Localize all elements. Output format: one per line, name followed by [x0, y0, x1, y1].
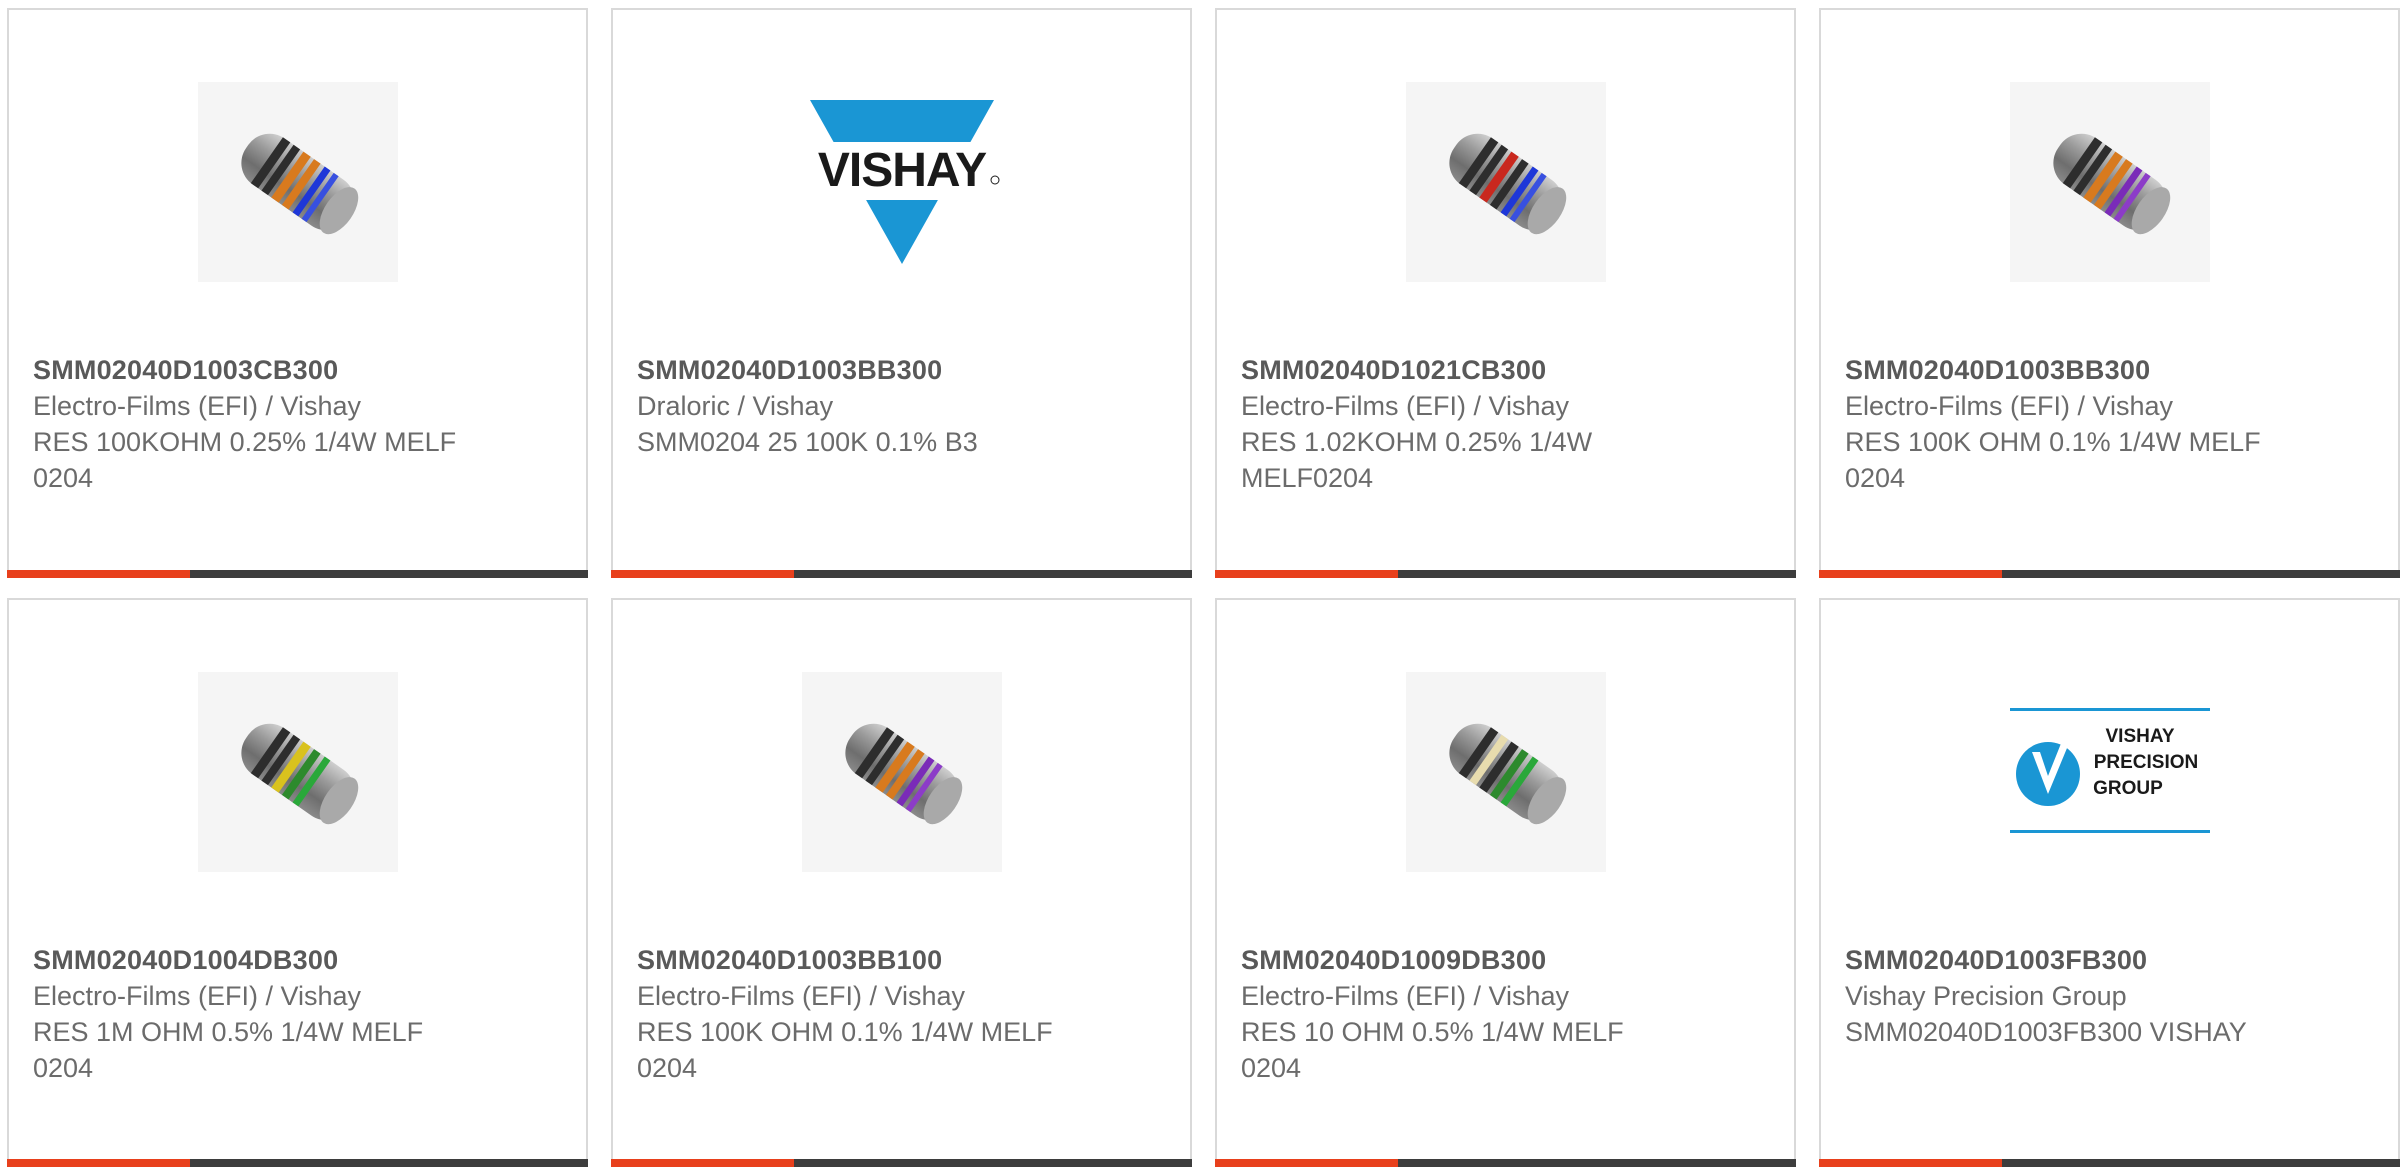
manufacturer: Electro-Films (EFI) / Vishay [637, 981, 966, 1011]
part-number[interactable]: SMM02040D1003CB300 [33, 352, 562, 388]
vpg-logo-line-3: GROUP [2093, 778, 2163, 799]
part-number[interactable]: SMM02040D1004DB300 [33, 942, 562, 978]
resistor-image [1448, 723, 1566, 825]
card-footer-accent [1215, 570, 1398, 578]
card-footer-accent [611, 570, 794, 578]
card-footer-accent [1819, 1159, 2002, 1167]
card-footer-bar [7, 1159, 588, 1167]
manufacturer: Electro-Films (EFI) / Vishay [1845, 391, 2174, 421]
vishay-logo: VISHAY [801, 100, 1002, 264]
description: RES 1.02KOHM 0.25% 1/4W MELF0204 [1241, 427, 1593, 493]
description: RES 100K OHM 0.1% 1/4W MELF 0204 [637, 1017, 1053, 1083]
product-card[interactable]: SMM02040D1004DB300 Electro-Films (EFI) /… [7, 598, 588, 1167]
card-footer-accent [7, 1159, 190, 1167]
card-footer-bar [1215, 1159, 1796, 1167]
vpg-logo-line-2: PRECISION [2093, 752, 2198, 773]
product-card[interactable]: SMM02040D1003BB300 Electro-Films (EFI) /… [1819, 8, 2400, 578]
product-image[interactable] [197, 672, 398, 872]
resistor-image [2052, 133, 2170, 235]
description: SMM02040D1003FB300 VISHAY [1845, 1017, 2247, 1047]
part-number[interactable]: SMM02040D1003BB300 [1845, 352, 2374, 388]
card-footer-accent [611, 1159, 794, 1167]
vpg-logo-line-1: VISHAY [2105, 726, 2174, 747]
card-footer-bar [7, 570, 588, 578]
resistor-image [240, 723, 358, 825]
card-footer-bar [611, 1159, 1192, 1167]
part-number[interactable]: SMM02040D1021CB300 [1241, 352, 1770, 388]
part-number[interactable]: SMM02040D1003BB300 [637, 352, 1166, 388]
product-card[interactable]: SMM02040D1003CB300 Electro-Films (EFI) /… [7, 8, 588, 578]
resistor-image [240, 133, 358, 235]
product-card[interactable]: SMM02040D1021CB300 Electro-Films (EFI) /… [1215, 8, 1796, 578]
manufacturer: Electro-Films (EFI) / Vishay [33, 981, 362, 1011]
manufacturer: Electro-Films (EFI) / Vishay [1241, 981, 1570, 1011]
product-card[interactable]: SMM02040D1009DB300 Electro-Films (EFI) /… [1215, 598, 1796, 1167]
manufacturer: Draloric / Vishay [637, 391, 834, 421]
description: SMM0204 25 100K 0.1% B3 [637, 427, 978, 457]
card-footer-bar [1819, 1159, 2400, 1167]
vishay-logo-text: VISHAY [817, 144, 986, 197]
card-footer-accent [1819, 570, 2002, 578]
product-image[interactable]: VISHAY [801, 82, 1002, 282]
description: RES 100KOHM 0.25% 1/4W MELF 0204 [33, 427, 457, 493]
part-number[interactable]: SMM02040D1003FB300 [1845, 942, 2374, 978]
manufacturer: Vishay Precision Group [1845, 981, 2127, 1011]
card-footer-bar [1215, 570, 1796, 578]
product-card[interactable]: VISHAY PRECISION GROUP SMM02040D1003FB30… [1819, 598, 2400, 1167]
description: RES 10 OHM 0.5% 1/4W MELF 0204 [1241, 1017, 1624, 1083]
card-footer-bar [1819, 570, 2400, 578]
vpg-logo: VISHAY PRECISION GROUP [2009, 708, 2210, 833]
product-image[interactable] [2009, 82, 2210, 282]
product-card[interactable]: SMM02040D1003BB100 Electro-Films (EFI) /… [611, 598, 1192, 1167]
manufacturer: Electro-Films (EFI) / Vishay [33, 391, 362, 421]
resistor-image [1448, 133, 1566, 235]
description: RES 1M OHM 0.5% 1/4W MELF 0204 [33, 1017, 424, 1083]
card-footer-accent [1215, 1159, 1398, 1167]
product-image[interactable] [801, 672, 1002, 872]
product-grid: SMM02040D1003CB300 Electro-Films (EFI) /… [0, 0, 2407, 1167]
product-image[interactable] [1405, 82, 1606, 282]
part-number[interactable]: SMM02040D1003BB100 [637, 942, 1166, 978]
part-number[interactable]: SMM02040D1009DB300 [1241, 942, 1770, 978]
product-card[interactable]: VISHAY SMM02040D1003BB300 Draloric / Vis… [611, 8, 1192, 578]
card-footer-accent [7, 570, 190, 578]
description: RES 100K OHM 0.1% 1/4W MELF 0204 [1845, 427, 2261, 493]
manufacturer: Electro-Films (EFI) / Vishay [1241, 391, 1570, 421]
resistor-image [844, 723, 962, 825]
product-image[interactable]: VISHAY PRECISION GROUP [2009, 672, 2210, 872]
product-image[interactable] [1405, 672, 1606, 872]
card-footer-bar [611, 570, 1192, 578]
product-image[interactable] [197, 82, 398, 282]
